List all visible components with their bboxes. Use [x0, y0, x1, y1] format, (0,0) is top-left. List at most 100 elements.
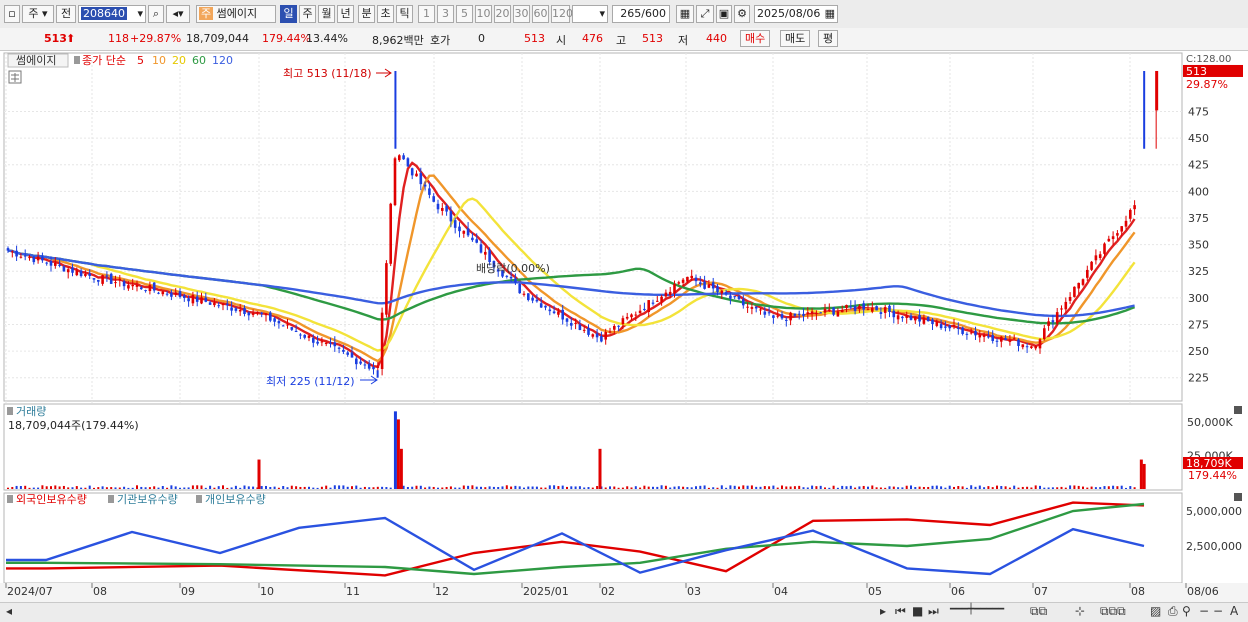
volume-bar	[1030, 487, 1033, 489]
candle-body	[213, 302, 216, 306]
price-axis-top: C:128.00	[1186, 54, 1231, 65]
candle-body	[1098, 254, 1102, 259]
volume-bar	[604, 487, 607, 489]
candle-body	[135, 284, 139, 287]
stop-icon[interactable]: ■	[912, 604, 923, 618]
interval-select[interactable]: ▾	[572, 5, 608, 23]
candle-body	[505, 275, 509, 277]
scroll-right-icon[interactable]: ▸	[880, 604, 886, 618]
candle-body	[406, 158, 410, 167]
interval-120[interactable]: 120	[551, 5, 573, 23]
candle-body	[165, 293, 169, 295]
font-size-icon[interactable]: A	[1230, 604, 1238, 618]
volume-bar	[824, 487, 826, 489]
high-label: 고	[616, 34, 627, 47]
period-second-tab[interactable]: 초	[377, 5, 394, 23]
volume-bar	[415, 485, 418, 489]
period-year-tab[interactable]: 년	[337, 5, 354, 23]
volume-bar	[252, 486, 255, 489]
period-month-tab[interactable]: 월	[318, 5, 335, 23]
volume-bar	[738, 486, 740, 489]
period-day-tab[interactable]: 일	[280, 5, 297, 23]
candle-body	[144, 290, 147, 292]
layout-icon[interactable]: ▫	[4, 5, 20, 23]
volume-bar	[140, 486, 143, 489]
gear-icon[interactable]: ⚙	[734, 5, 750, 23]
interval-20[interactable]: 20	[494, 5, 511, 23]
indicator-icon[interactable]: ▦	[676, 5, 694, 23]
scroll-left-icon[interactable]: ◂	[6, 604, 12, 618]
candle-body	[36, 256, 40, 261]
volume-bar	[376, 486, 379, 489]
crosshair-icon[interactable]: ⊹	[1075, 604, 1085, 618]
volume-bar	[531, 486, 534, 489]
volume-bar	[901, 487, 904, 489]
interval-60[interactable]: 60	[532, 5, 549, 23]
candle-body	[140, 287, 143, 290]
stock-name-field[interactable]: 주 썸에이지	[196, 5, 276, 23]
interval-1[interactable]: 1	[418, 5, 435, 23]
sell-button[interactable]: 매도	[780, 30, 811, 47]
volume-bar	[71, 487, 74, 489]
period-minute-tab[interactable]: 분	[358, 5, 375, 23]
rewind-icon[interactable]: ⏮	[895, 604, 906, 619]
volume-bar	[871, 485, 874, 489]
volume-bar	[277, 487, 280, 489]
candle-body	[281, 325, 285, 327]
interval-5[interactable]: 5	[456, 5, 473, 23]
candle-body	[978, 334, 982, 338]
zoom-out-icon[interactable]: −	[1199, 604, 1209, 618]
search-icon[interactable]: ⌕	[148, 5, 164, 23]
zoom-slider[interactable]: ━━━┿━━━━━	[950, 604, 1004, 615]
count-field[interactable]: 265/600	[612, 5, 670, 23]
eval-button[interactable]: 평	[818, 30, 839, 47]
candle-body	[823, 308, 827, 313]
chart-type-icon[interactable]: ⧉⧉	[1030, 604, 1047, 619]
close-panel-icon[interactable]	[1234, 493, 1242, 501]
period-week-tab[interactable]: 주	[299, 5, 316, 23]
volume-current-pct: 179.44%	[1188, 469, 1237, 482]
period-tick-tab[interactable]: 틱	[396, 5, 413, 23]
sound-icon[interactable]: ◂▾	[166, 5, 190, 23]
volume-bar	[325, 485, 328, 489]
volume-bar	[836, 487, 839, 489]
layout-icons[interactable]: ⧉⧉⧉	[1100, 604, 1126, 619]
candle-body	[1008, 340, 1012, 342]
close-panel-icon[interactable]	[1234, 406, 1242, 414]
stock-chart[interactable]: 475 450 425 400 375 350 325 300 275 250 225 C:128.0…	[0, 51, 1248, 602]
fast-forward-icon[interactable]: ⏭	[928, 604, 939, 619]
minus-icon[interactable]: −	[1213, 604, 1223, 618]
interval-30[interactable]: 30	[513, 5, 530, 23]
volume-bar	[157, 487, 160, 489]
date-field[interactable]: 2025/08/06 ▦	[754, 5, 838, 23]
volume-bar	[927, 486, 930, 489]
legend-ma10: 10	[152, 54, 166, 67]
candle-body	[883, 307, 887, 313]
candle-body	[514, 278, 517, 283]
volume-bar	[858, 486, 861, 489]
price-tick-label: 450	[1188, 132, 1209, 145]
legend-ma-label: 종가 단순	[82, 54, 126, 67]
market-type-select[interactable]: 주 ▾	[22, 5, 54, 23]
volume-bar	[213, 487, 216, 489]
x-tick-label: 12	[435, 585, 449, 598]
image-icon[interactable]: ▨	[1150, 604, 1161, 618]
prev-button[interactable]: 전	[56, 5, 76, 23]
candle-body	[1030, 346, 1033, 348]
volume-bar	[720, 485, 723, 489]
stock-code-input[interactable]: 208640 ▾	[78, 5, 146, 23]
volume-current: 18,709,044주(179.44%)	[8, 419, 139, 432]
volume-bar	[578, 486, 581, 489]
volume-bar	[1060, 486, 1063, 489]
zoom-icon[interactable]: ⚲	[1182, 604, 1191, 618]
save-icon[interactable]: ▣	[716, 5, 732, 23]
interval-3[interactable]: 3	[437, 5, 454, 23]
candle-body	[879, 312, 883, 314]
volume-bar	[28, 487, 31, 489]
draw-tool-icon[interactable]: ⤢	[696, 5, 714, 23]
interval-10[interactable]: 10	[475, 5, 492, 23]
change-amount: 118	[108, 32, 129, 45]
volume-bar	[131, 487, 134, 489]
buy-button[interactable]: 매수	[740, 30, 771, 47]
print-icon[interactable]: ⎙	[1168, 604, 1178, 619]
